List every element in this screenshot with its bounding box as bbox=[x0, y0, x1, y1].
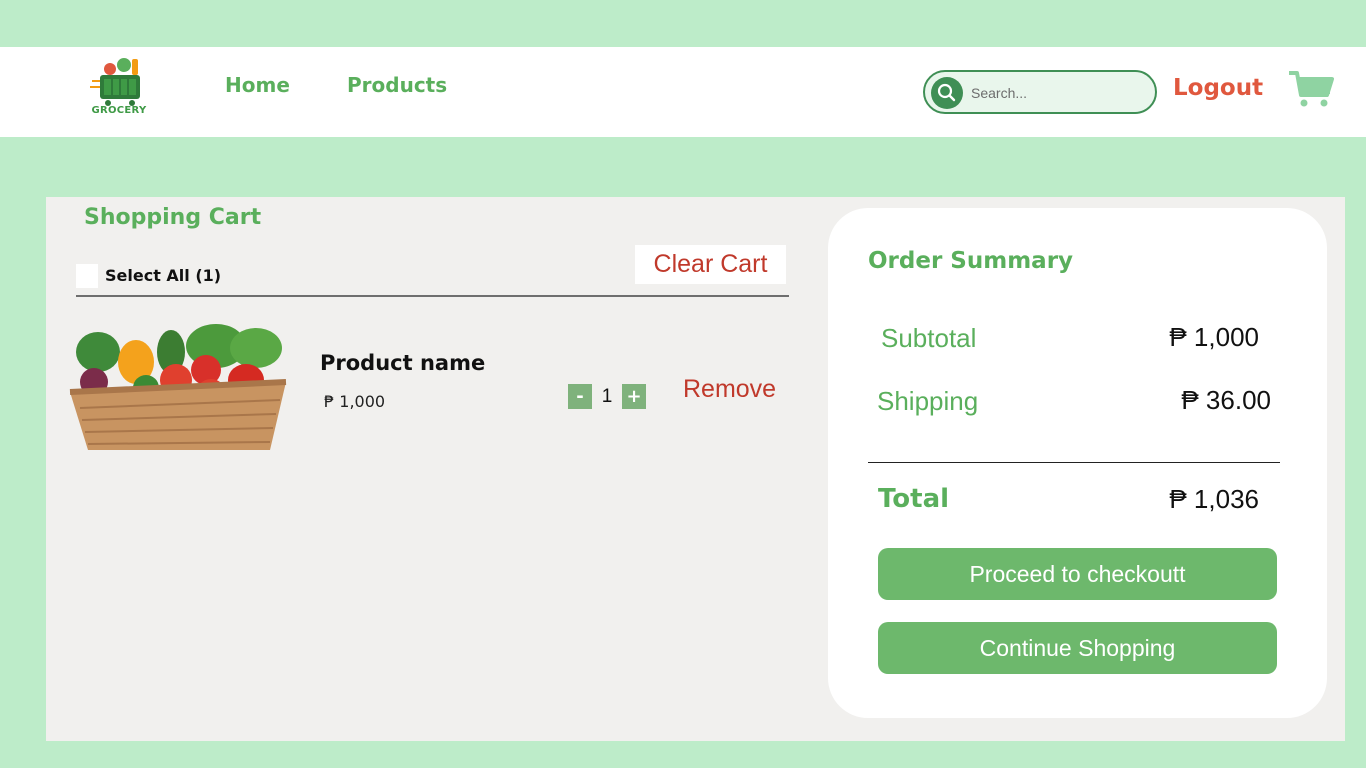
vegetable-basket-image bbox=[69, 324, 287, 450]
grocery-logo[interactable]: GROCERY bbox=[86, 55, 152, 123]
logo-text: GROCERY bbox=[91, 105, 147, 116]
quantity-increase-button[interactable]: + bbox=[622, 384, 646, 409]
continue-shopping-button[interactable]: Continue Shopping bbox=[878, 622, 1277, 674]
cart-divider bbox=[76, 295, 789, 297]
clear-cart-button[interactable]: Clear Cart bbox=[635, 245, 786, 284]
cart-button[interactable] bbox=[1287, 69, 1335, 109]
summary-divider bbox=[868, 462, 1280, 463]
subtotal-label: Subtotal bbox=[881, 323, 977, 353]
product-price: ₱ 1,000 bbox=[324, 392, 386, 411]
search-button[interactable] bbox=[931, 77, 963, 109]
shipping-value: ₱ 36.00 bbox=[1181, 385, 1271, 415]
select-all-label: Select All (1) bbox=[105, 266, 222, 285]
nav-home-link[interactable]: Home bbox=[225, 73, 290, 97]
product-name[interactable]: Product name bbox=[320, 351, 485, 375]
select-all-checkbox[interactable] bbox=[76, 264, 98, 288]
quantity-decrease-button[interactable]: - bbox=[568, 384, 592, 409]
shopping-cart-icon bbox=[1289, 71, 1334, 107]
cart-title: Shopping Cart bbox=[84, 205, 262, 230]
total-label: Total bbox=[878, 484, 950, 514]
remove-item-button[interactable]: Remove bbox=[683, 375, 776, 404]
logout-link[interactable]: Logout bbox=[1173, 75, 1263, 101]
shipping-label: Shipping bbox=[877, 386, 979, 416]
subtotal-value: ₱ 1,000 bbox=[1169, 322, 1259, 352]
search-input[interactable] bbox=[971, 80, 1147, 106]
search-bar bbox=[923, 70, 1157, 114]
quantity-value: 1 bbox=[601, 386, 613, 407]
nav-products-link[interactable]: Products bbox=[347, 73, 447, 97]
top-header: GROCERY Home Products Logout bbox=[0, 47, 1366, 137]
search-icon bbox=[937, 83, 956, 102]
order-summary-card: Order Summary Subtotal ₱ 1,000 Shipping … bbox=[828, 208, 1327, 718]
grocery-logo-icon bbox=[90, 58, 140, 106]
order-summary-title: Order Summary bbox=[868, 248, 1074, 274]
total-value: ₱ 1,036 bbox=[1169, 484, 1259, 514]
proceed-to-checkout-button[interactable]: Proceed to checkoutt bbox=[878, 548, 1277, 600]
